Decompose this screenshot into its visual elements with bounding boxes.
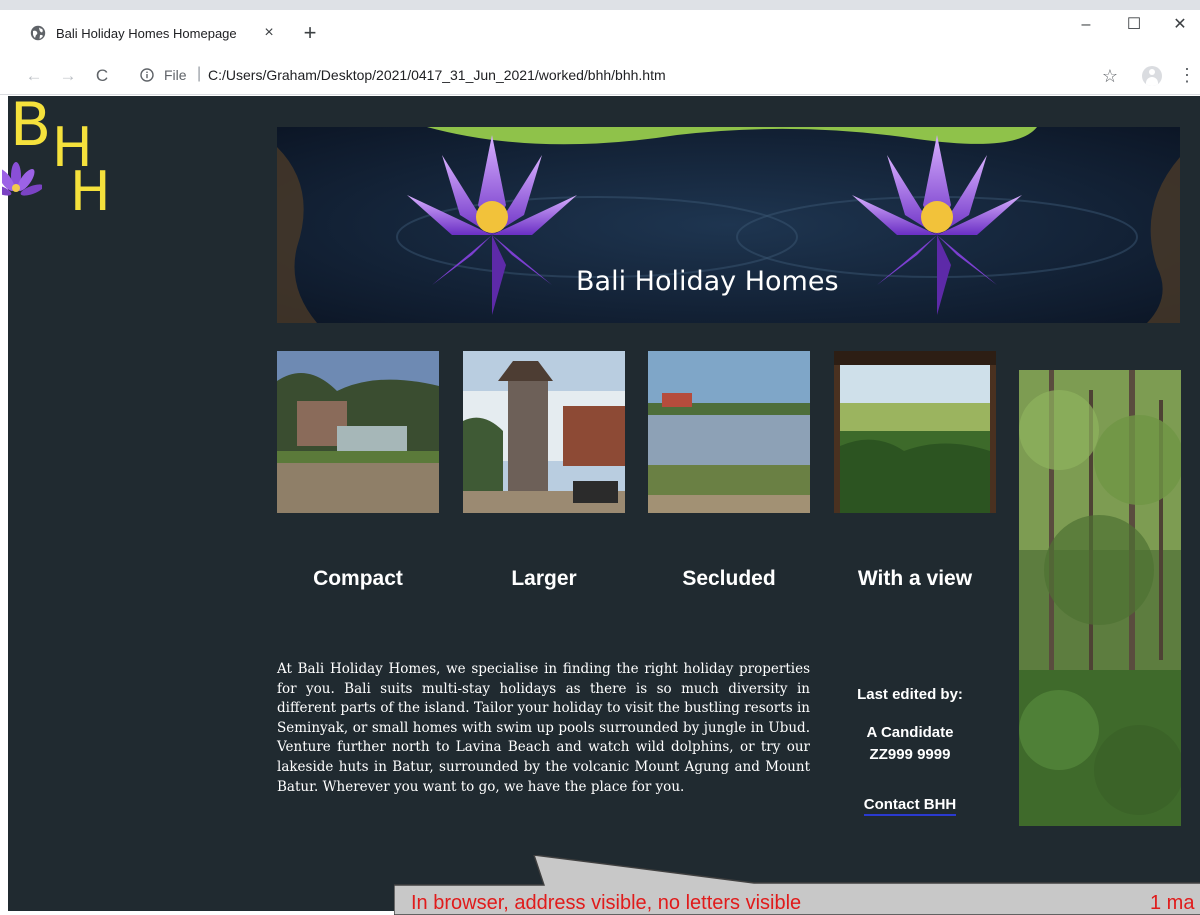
category-with-a-view[interactable]: With a view <box>825 567 1005 591</box>
avatar-body <box>1146 77 1158 86</box>
globe-icon <box>30 25 46 41</box>
avatar-head <box>1149 69 1155 75</box>
browser-menu-icon[interactable]: ⋮ <box>1178 64 1196 88</box>
profile-avatar-icon[interactable] <box>1142 66 1162 86</box>
banner-title: Bali Holiday Homes <box>576 266 839 297</box>
photo-view-home[interactable] <box>834 351 996 513</box>
logo-letter-b: B <box>10 96 52 160</box>
lotus-logo-icon <box>2 162 42 196</box>
window-maximize-button[interactable]: ☐ <box>1114 10 1154 40</box>
window-minimize-button[interactable]: – <box>1066 10 1106 40</box>
jungle-image <box>1019 370 1181 826</box>
annotation-mark: 1 ma <box>1150 892 1195 914</box>
address-url[interactable]: C:/Users/Graham/Desktop/2021/0417_31_Jun… <box>208 67 666 83</box>
photo-compact-home[interactable] <box>277 351 439 513</box>
browser-toolbar: ← → C File | C:/Users/Graham/Desktop/202… <box>0 58 1200 95</box>
candidate-number: ZZ999 9999 <box>869 746 951 763</box>
window-close-button[interactable]: ✕ <box>1160 10 1200 40</box>
reload-icon[interactable]: C <box>90 64 114 88</box>
annotation-comment: In browser, address visible, no letters … <box>411 892 802 914</box>
forward-arrow-icon[interactable]: → <box>56 64 80 88</box>
category-larger[interactable]: Larger <box>454 567 634 591</box>
intro-paragraph: At Bali Holiday Homes, we specialise in … <box>277 661 810 795</box>
tab-active[interactable]: Bali Holiday Homes Homepage × <box>14 12 288 56</box>
category-compact[interactable]: Compact <box>268 567 448 591</box>
back-arrow-icon[interactable]: ← <box>22 64 46 88</box>
address-scheme-label: File <box>164 67 187 83</box>
bookmark-star-icon[interactable]: ☆ <box>1098 64 1122 88</box>
browser-chrome: Bali Holiday Homes Homepage × + – ☐ ✕ ← … <box>0 0 1200 96</box>
bhh-logo: B H H <box>2 96 123 226</box>
tab-strip-background <box>0 0 1200 10</box>
address-bar[interactable]: File | C:/Users/Graham/Desktop/2021/0417… <box>128 60 1128 90</box>
tab-close-icon[interactable]: × <box>258 22 280 44</box>
category-secluded[interactable]: Secluded <box>639 567 819 591</box>
new-tab-button[interactable]: + <box>298 22 322 46</box>
logo-letter-h-lower: H <box>70 160 111 223</box>
editor-name: A Candidate <box>866 724 954 741</box>
photo-secluded-home[interactable] <box>648 351 810 513</box>
photo-larger-home[interactable] <box>463 351 625 513</box>
contact-container: Contact BHH <box>830 796 990 816</box>
info-icon[interactable] <box>140 68 154 82</box>
tab-strip: Bali Holiday Homes Homepage × + – ☐ ✕ <box>0 0 1200 58</box>
address-separator: | <box>197 65 202 82</box>
last-edited-label: Last edited by: <box>857 686 963 703</box>
contact-link[interactable]: Contact BHH <box>863 796 957 816</box>
page-viewport: B H H Bali Holiday Homes Compact Larger … <box>0 96 1200 911</box>
tab-title: Bali Holiday Homes Homepage <box>56 26 237 41</box>
